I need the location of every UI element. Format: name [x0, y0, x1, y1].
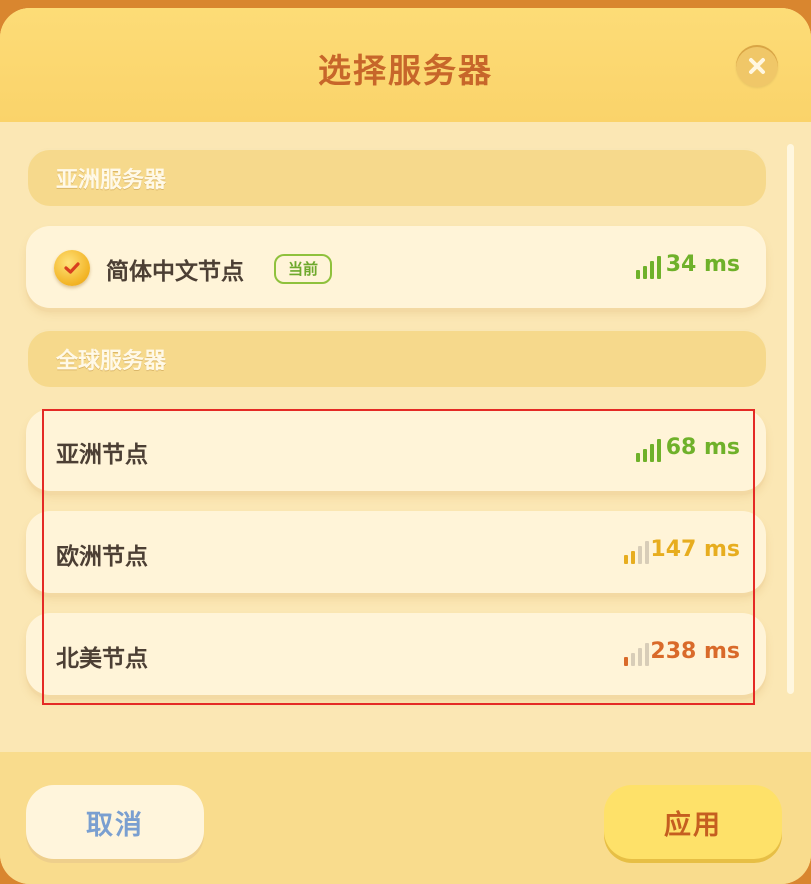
cancel-button[interactable]: 取消: [26, 785, 204, 859]
section-label: 亚洲服务器: [56, 168, 167, 193]
section-label: 全球服务器: [56, 349, 167, 374]
close-button[interactable]: [736, 45, 778, 87]
section-header-global: 全球服务器: [28, 329, 766, 387]
section-header-asia: 亚洲服务器: [28, 148, 766, 206]
dialog-header: 选择服务器: [0, 8, 811, 122]
dialog-title: 选择服务器: [318, 51, 493, 90]
checkmark-icon: [54, 250, 90, 286]
ping-value: 34 ms: [665, 252, 740, 277]
dialog-footer: 取消 应用: [0, 752, 811, 884]
scrollbar[interactable]: [787, 144, 794, 694]
current-badge: 当前: [274, 254, 333, 284]
server-row-current[interactable]: 简体中文节点 当前 34 ms: [26, 226, 766, 308]
highlight-box: [42, 409, 755, 705]
apply-button[interactable]: 应用: [604, 785, 782, 859]
signal-icon: [636, 256, 661, 279]
close-icon: [749, 58, 765, 74]
server-name: 简体中文节点: [106, 259, 244, 285]
